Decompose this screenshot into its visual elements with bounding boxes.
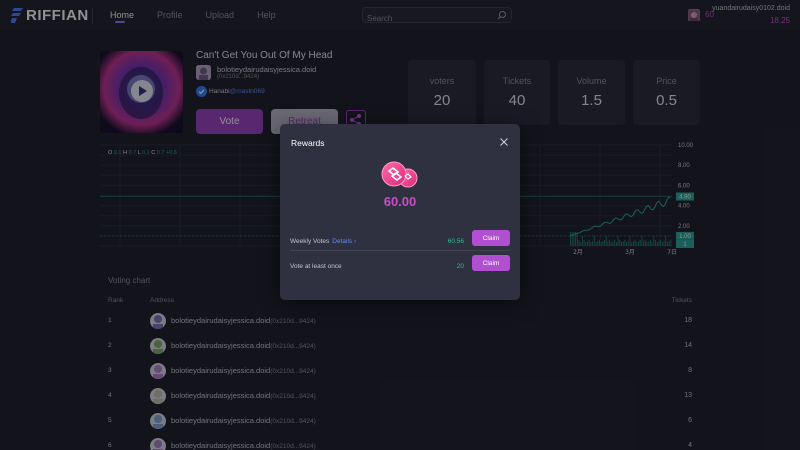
details-link[interactable]: Details [332,238,352,245]
reward-label: Vote at least once [290,263,342,270]
reward-label-text: Weekly Votes [290,238,330,245]
reward-value: 60.56 [447,238,464,245]
rewards-modal: Rewards 60.00 Weekly Votes Details › 60.56… [280,124,520,300]
claim-button[interactable]: Claim [472,255,510,271]
claim-button[interactable]: Claim [472,230,510,246]
reward-value: 20 [456,263,464,270]
coins-icon [381,161,418,188]
reward-row-vote-once: Vote at least once 20 Claim [290,255,510,279]
chevron-right-icon: › [354,239,357,245]
reward-label: Weekly Votes Details › [290,238,356,245]
reward-amount: 60.00 [383,194,417,209]
close-icon[interactable] [500,138,508,146]
app-root: RIFFIAN Home Profile Upload Help 60 yuan… [0,0,800,450]
modal-title: Rewards [291,138,325,148]
modal-divider [290,250,510,251]
reward-label-text: Vote at least once [290,263,342,270]
